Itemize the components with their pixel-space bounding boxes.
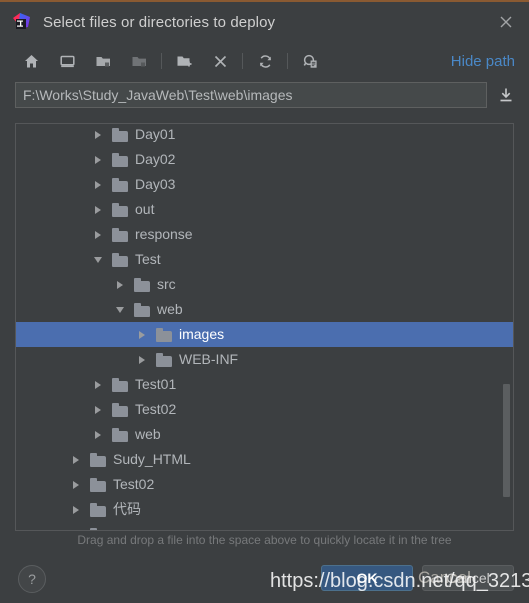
- new-folder-icon[interactable]: [171, 48, 197, 74]
- tree-row[interactable]: out: [16, 197, 513, 222]
- chevron-right-icon[interactable]: [90, 147, 106, 172]
- chevron-right-icon[interactable]: [90, 397, 106, 422]
- path-row: [0, 80, 529, 110]
- toolbar-separator-2: [242, 53, 243, 69]
- folder-icon: [112, 177, 129, 192]
- tree-row[interactable]: Test01: [16, 372, 513, 397]
- tree-row-label: web: [135, 426, 161, 442]
- chevron-right-icon[interactable]: [90, 222, 106, 247]
- chevron-right-icon[interactable]: [134, 322, 150, 347]
- tree-row-label: Test01: [135, 376, 177, 392]
- dialog-button-bar: ? OK Cancel: [0, 560, 529, 603]
- tree-row[interactable]: Test: [16, 247, 513, 272]
- chevron-right-icon[interactable]: [90, 172, 106, 197]
- folder-icon: [112, 152, 129, 167]
- tree-row-label: WEB-INF: [179, 351, 239, 367]
- folder-icon: [112, 202, 129, 217]
- show-hidden-files-icon[interactable]: [297, 48, 323, 74]
- tree-row-label: response: [135, 226, 193, 242]
- delete-icon[interactable]: [207, 48, 233, 74]
- download-icon[interactable]: [493, 82, 519, 108]
- chevron-right-icon[interactable]: [90, 124, 106, 147]
- tree-row-label: images: [179, 326, 225, 342]
- chevron-right-icon[interactable]: [68, 447, 84, 472]
- tree-row-label: Test02: [135, 401, 177, 417]
- navigation-toolbar: Hide path: [0, 42, 529, 80]
- tree-row-label: Day01: [135, 126, 176, 142]
- drag-drop-hint: Drag and drop a file into the space abov…: [77, 533, 452, 547]
- chevron-right-icon[interactable]: [112, 272, 128, 297]
- folder-icon: [90, 452, 107, 467]
- tree-row-label: Sudy_HTML: [113, 451, 191, 467]
- folder-icon: [112, 402, 129, 417]
- module-folder-icon[interactable]: [126, 48, 152, 74]
- folder-icon: [112, 227, 129, 242]
- close-icon[interactable]: [493, 9, 519, 35]
- toolbar-separator-1: [161, 53, 162, 69]
- project-folder-icon[interactable]: [90, 48, 116, 74]
- tree-row[interactable]: Test02: [16, 472, 513, 497]
- tree-row[interactable]: response: [16, 222, 513, 247]
- tree-row-label: Day02: [135, 151, 176, 167]
- title-bar: Select files or directories to deploy: [0, 2, 529, 42]
- tree-row-label: Day03: [135, 176, 176, 192]
- chevron-right-icon[interactable]: [90, 197, 106, 222]
- folder-icon: [134, 277, 151, 292]
- folder-icon: [112, 377, 129, 392]
- folder-icon: [90, 527, 107, 530]
- tree-row[interactable]: [16, 522, 513, 530]
- chevron-right-icon[interactable]: [68, 472, 84, 497]
- folder-icon: [134, 302, 151, 317]
- tree-row[interactable]: src: [16, 272, 513, 297]
- dialog-title: Select files or directories to deploy: [43, 13, 276, 31]
- tree-row-label: web: [157, 301, 183, 317]
- path-input[interactable]: [15, 82, 487, 108]
- folder-icon: [112, 427, 129, 442]
- chevron-right-icon[interactable]: [90, 372, 106, 397]
- folder-icon: [156, 352, 173, 367]
- select-files-dialog: Select files or directories to deploy Hi…: [0, 0, 529, 603]
- help-button[interactable]: ?: [18, 565, 46, 593]
- tree-row-label: 代码: [113, 501, 141, 517]
- tree-row[interactable]: 代码: [16, 497, 513, 522]
- tree-row-label: out: [135, 201, 155, 217]
- folder-icon: [112, 252, 129, 267]
- toolbar-separator-3: [287, 53, 288, 69]
- tree-row[interactable]: web: [16, 297, 513, 322]
- tree-row[interactable]: Day01: [16, 124, 513, 147]
- desktop-icon[interactable]: [54, 48, 80, 74]
- folder-icon: [112, 127, 129, 142]
- chevron-right-icon[interactable]: [134, 347, 150, 372]
- tree-row-label: Test: [135, 251, 161, 267]
- tree-row[interactable]: images: [16, 322, 513, 347]
- chevron-right-icon[interactable]: [90, 422, 106, 447]
- tree-row[interactable]: web: [16, 422, 513, 447]
- folder-icon: [90, 502, 107, 517]
- hide-path-link[interactable]: Hide path: [451, 53, 517, 70]
- tree-row[interactable]: WEB-INF: [16, 347, 513, 372]
- home-icon[interactable]: [18, 48, 44, 74]
- directory-tree: Day01 Day02 Day03 out response Test src web imag…: [16, 124, 513, 530]
- tree-row[interactable]: Test02: [16, 397, 513, 422]
- chevron-down-icon[interactable]: [90, 247, 106, 272]
- chevron-right-icon[interactable]: [68, 522, 84, 530]
- tree-row[interactable]: Day02: [16, 147, 513, 172]
- tree-row[interactable]: Day03: [16, 172, 513, 197]
- refresh-icon[interactable]: [252, 48, 278, 74]
- chevron-right-icon[interactable]: [68, 497, 84, 522]
- tree-row-label: src: [157, 276, 176, 292]
- tree-row-label: Test02: [113, 476, 155, 492]
- cancel-button[interactable]: Cancel: [422, 565, 514, 591]
- tree-scrollbar[interactable]: [501, 125, 512, 529]
- ok-button[interactable]: OK: [321, 565, 413, 591]
- tree-row[interactable]: Sudy_HTML: [16, 447, 513, 472]
- intellij-idea-logo-icon: [12, 12, 31, 32]
- directory-tree-panel[interactable]: Day01 Day02 Day03 out response Test src web imag…: [15, 123, 514, 531]
- folder-icon: [90, 477, 107, 492]
- folder-icon: [156, 327, 173, 342]
- vertical-scrollbar-thumb[interactable]: [503, 384, 510, 497]
- chevron-down-icon[interactable]: [112, 297, 128, 322]
